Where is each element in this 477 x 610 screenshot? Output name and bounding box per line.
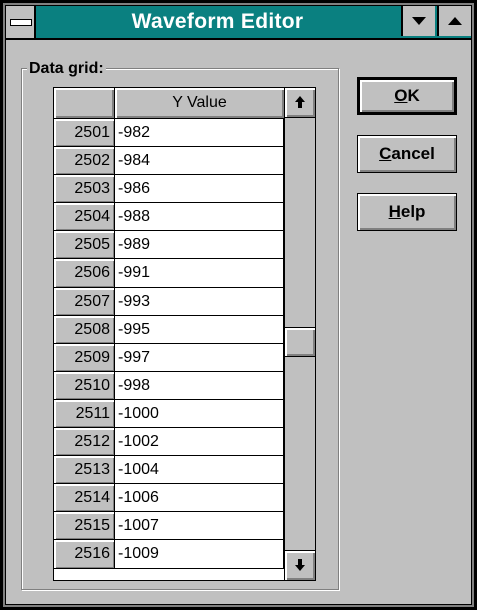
row-index-cell[interactable]: 2503	[54, 175, 115, 204]
table-row[interactable]: 2505 -989	[54, 231, 284, 260]
y-value-cell[interactable]: -993	[115, 287, 284, 316]
table-row[interactable]: 2513 -1004	[54, 456, 284, 485]
row-index-cell[interactable]: 2505	[54, 231, 115, 260]
help-mnemonic: H	[388, 202, 401, 221]
y-value-cell[interactable]: -998	[115, 371, 284, 400]
row-index-cell[interactable]: 2512	[54, 428, 115, 457]
grid-corner-cell[interactable]	[54, 88, 115, 118]
window-title: Waveform Editor	[131, 10, 304, 33]
table-row[interactable]: 2502 -984	[54, 147, 284, 176]
table-row[interactable]: 2512 -1002	[54, 428, 284, 457]
row-index-cell[interactable]: 2510	[54, 371, 115, 400]
row-index-cell[interactable]: 2507	[54, 287, 115, 316]
y-value-cell[interactable]: -991	[115, 259, 284, 288]
table-row[interactable]: 2514 -1006	[54, 484, 284, 513]
scroll-thumb[interactable]	[285, 327, 315, 357]
minimize-icon	[412, 17, 426, 25]
y-value-cell[interactable]: -984	[115, 147, 284, 176]
scroll-up-button[interactable]	[285, 88, 315, 118]
cancel-mnemonic: C	[379, 144, 392, 163]
ok-mnemonic: O	[394, 86, 408, 105]
grid-header: Y Value	[54, 88, 284, 119]
row-index-cell[interactable]: 2516	[54, 540, 115, 569]
y-value-cell[interactable]: -988	[115, 203, 284, 232]
minimize-button[interactable]	[401, 6, 435, 36]
row-index-cell[interactable]: 2514	[54, 484, 115, 513]
y-value-cell[interactable]: -995	[115, 315, 284, 344]
vertical-scrollbar[interactable]	[284, 88, 315, 580]
maximize-icon	[448, 17, 462, 25]
table-row[interactable]: 2503 -986	[54, 175, 284, 204]
data-grid[interactable]: Y Value 2501 -982 2502 -984 2503 -986 2504 -988…	[53, 87, 316, 581]
row-index-cell[interactable]: 2509	[54, 343, 115, 372]
help-button[interactable]: Help	[357, 193, 457, 231]
table-row[interactable]: 2508 -995	[54, 315, 284, 344]
y-value-cell[interactable]: -989	[115, 231, 284, 260]
row-index-cell[interactable]: 2508	[54, 315, 115, 344]
y-value-cell[interactable]: -1004	[115, 456, 284, 485]
cancel-button[interactable]: Cancel	[357, 135, 457, 173]
table-row[interactable]: 2510 -998	[54, 371, 284, 400]
table-row[interactable]: 2501 -982	[54, 119, 284, 148]
data-grid-label: Data grid:	[27, 60, 106, 78]
ok-label-rest: K	[407, 86, 420, 105]
y-value-cell[interactable]: -1009	[115, 540, 284, 569]
title-bar[interactable]: Waveform Editor	[6, 6, 471, 40]
y-value-cell[interactable]: -986	[115, 175, 284, 204]
y-value-cell[interactable]: -982	[115, 119, 284, 148]
y-value-cell[interactable]: -1000	[115, 399, 284, 429]
y-value-column-header[interactable]: Y Value	[115, 88, 284, 118]
table-row[interactable]: 2515 -1007	[54, 512, 284, 541]
system-menu-icon	[10, 19, 32, 26]
table-row[interactable]: 2506 -991	[54, 259, 284, 288]
cancel-label-rest: ancel	[391, 144, 435, 163]
ok-button[interactable]: OK	[357, 77, 457, 115]
y-value-cell[interactable]: -997	[115, 343, 284, 372]
y-value-cell[interactable]: -1002	[115, 428, 284, 457]
row-index-cell[interactable]: 2501	[54, 119, 115, 148]
y-value-cell[interactable]: -1006	[115, 484, 284, 513]
table-row[interactable]: 2516 -1009	[54, 540, 284, 569]
scroll-up-arrow-icon	[293, 95, 307, 110]
scroll-down-arrow-icon	[293, 558, 307, 573]
table-row[interactable]: 2509 -997	[54, 343, 284, 372]
table-row[interactable]: 2504 -988	[54, 203, 284, 232]
row-index-cell[interactable]: 2513	[54, 456, 115, 485]
help-label-rest: elp	[400, 202, 426, 221]
scroll-down-button[interactable]	[285, 550, 315, 580]
row-index-cell[interactable]: 2504	[54, 203, 115, 232]
table-row[interactable]: 2507 -993	[54, 287, 284, 316]
system-menu-button[interactable]	[6, 6, 36, 38]
grid-rows: 2501 -982 2502 -984 2503 -986 2504 -988 2505 -989…	[54, 119, 284, 569]
y-value-cell[interactable]: -1007	[115, 512, 284, 541]
maximize-button[interactable]	[437, 6, 471, 36]
row-index-cell[interactable]: 2502	[54, 147, 115, 176]
row-index-cell[interactable]: 2511	[54, 399, 115, 429]
row-index-cell[interactable]: 2515	[54, 512, 115, 541]
row-index-cell[interactable]: 2506	[54, 259, 115, 288]
scroll-track[interactable]	[285, 118, 315, 550]
table-row[interactable]: 2511 -1000	[54, 399, 284, 429]
